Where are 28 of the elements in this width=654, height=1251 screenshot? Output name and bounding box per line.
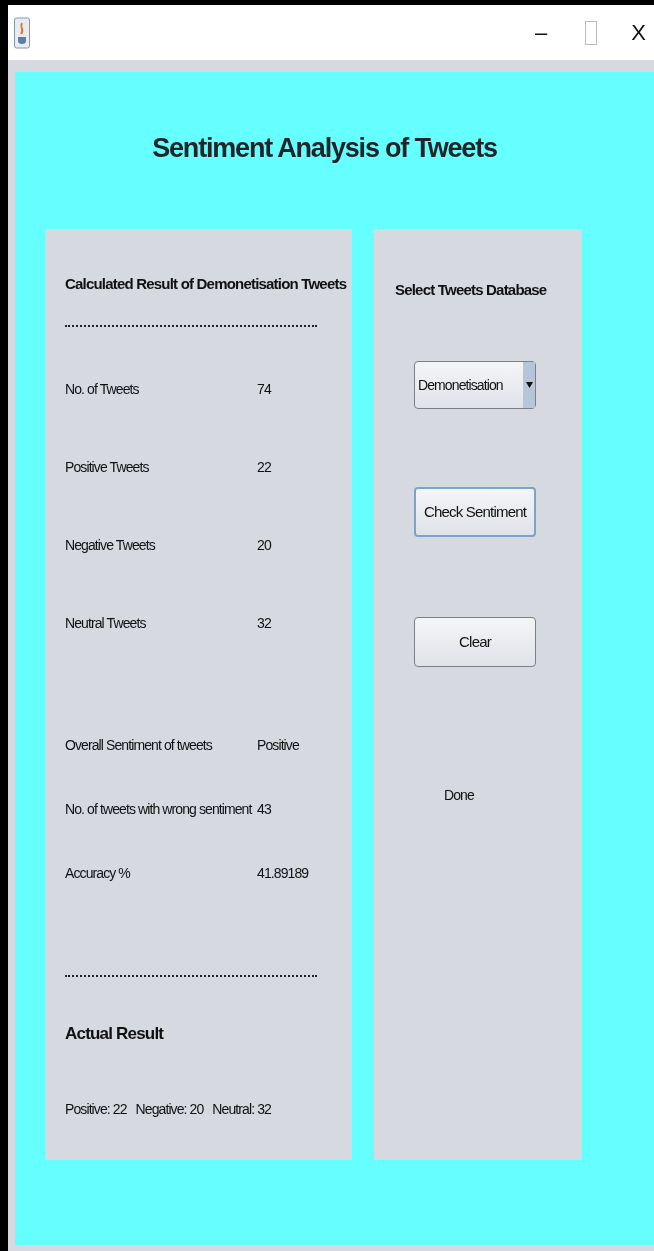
stat-label: Neutral Tweets: [65, 614, 147, 633]
close-button[interactable]: X: [631, 21, 646, 44]
minimize-button[interactable]: –: [535, 21, 548, 44]
database-dropdown[interactable]: Demonetisation: [414, 361, 536, 409]
stat-value: 74: [257, 380, 271, 399]
stat-label: Negative Tweets: [65, 536, 157, 555]
stat-label: Accuracy %: [65, 864, 132, 883]
stat-value: Positive: [257, 736, 299, 755]
action-button[interactable]: Clear: [414, 617, 536, 667]
actual-result-text: Positive: 22 Negative: 20 Neutral: 32: [65, 1099, 272, 1119]
maximize-button[interactable]: [585, 20, 598, 45]
action-button[interactable]: Check Sentiment: [414, 487, 536, 537]
stat-label: No. of tweets with wrong sentiment: [65, 800, 253, 819]
stat-value: 32: [257, 614, 271, 633]
caret-icon: [525, 382, 533, 388]
stat-value: 41.89189: [257, 864, 309, 883]
database-heading: Select Tweets Database: [395, 279, 548, 300]
stat-value: 22: [257, 458, 271, 477]
results-heading: Calculated Result of Demonetisation Tweets: [65, 273, 348, 294]
stat-value: 20: [257, 536, 271, 555]
java-icon: [14, 16, 30, 49]
stat-label: Overall Sentiment of tweets: [65, 736, 214, 755]
actual-result-heading: Actual Result: [65, 1023, 165, 1045]
stat-value: 43: [257, 800, 271, 819]
status-text: Done: [444, 786, 475, 805]
stat-label: No. of Tweets: [65, 380, 140, 399]
app-title: Sentiment Analysis of Tweets: [151, 132, 498, 165]
stat-label: Positive Tweets: [65, 458, 150, 477]
